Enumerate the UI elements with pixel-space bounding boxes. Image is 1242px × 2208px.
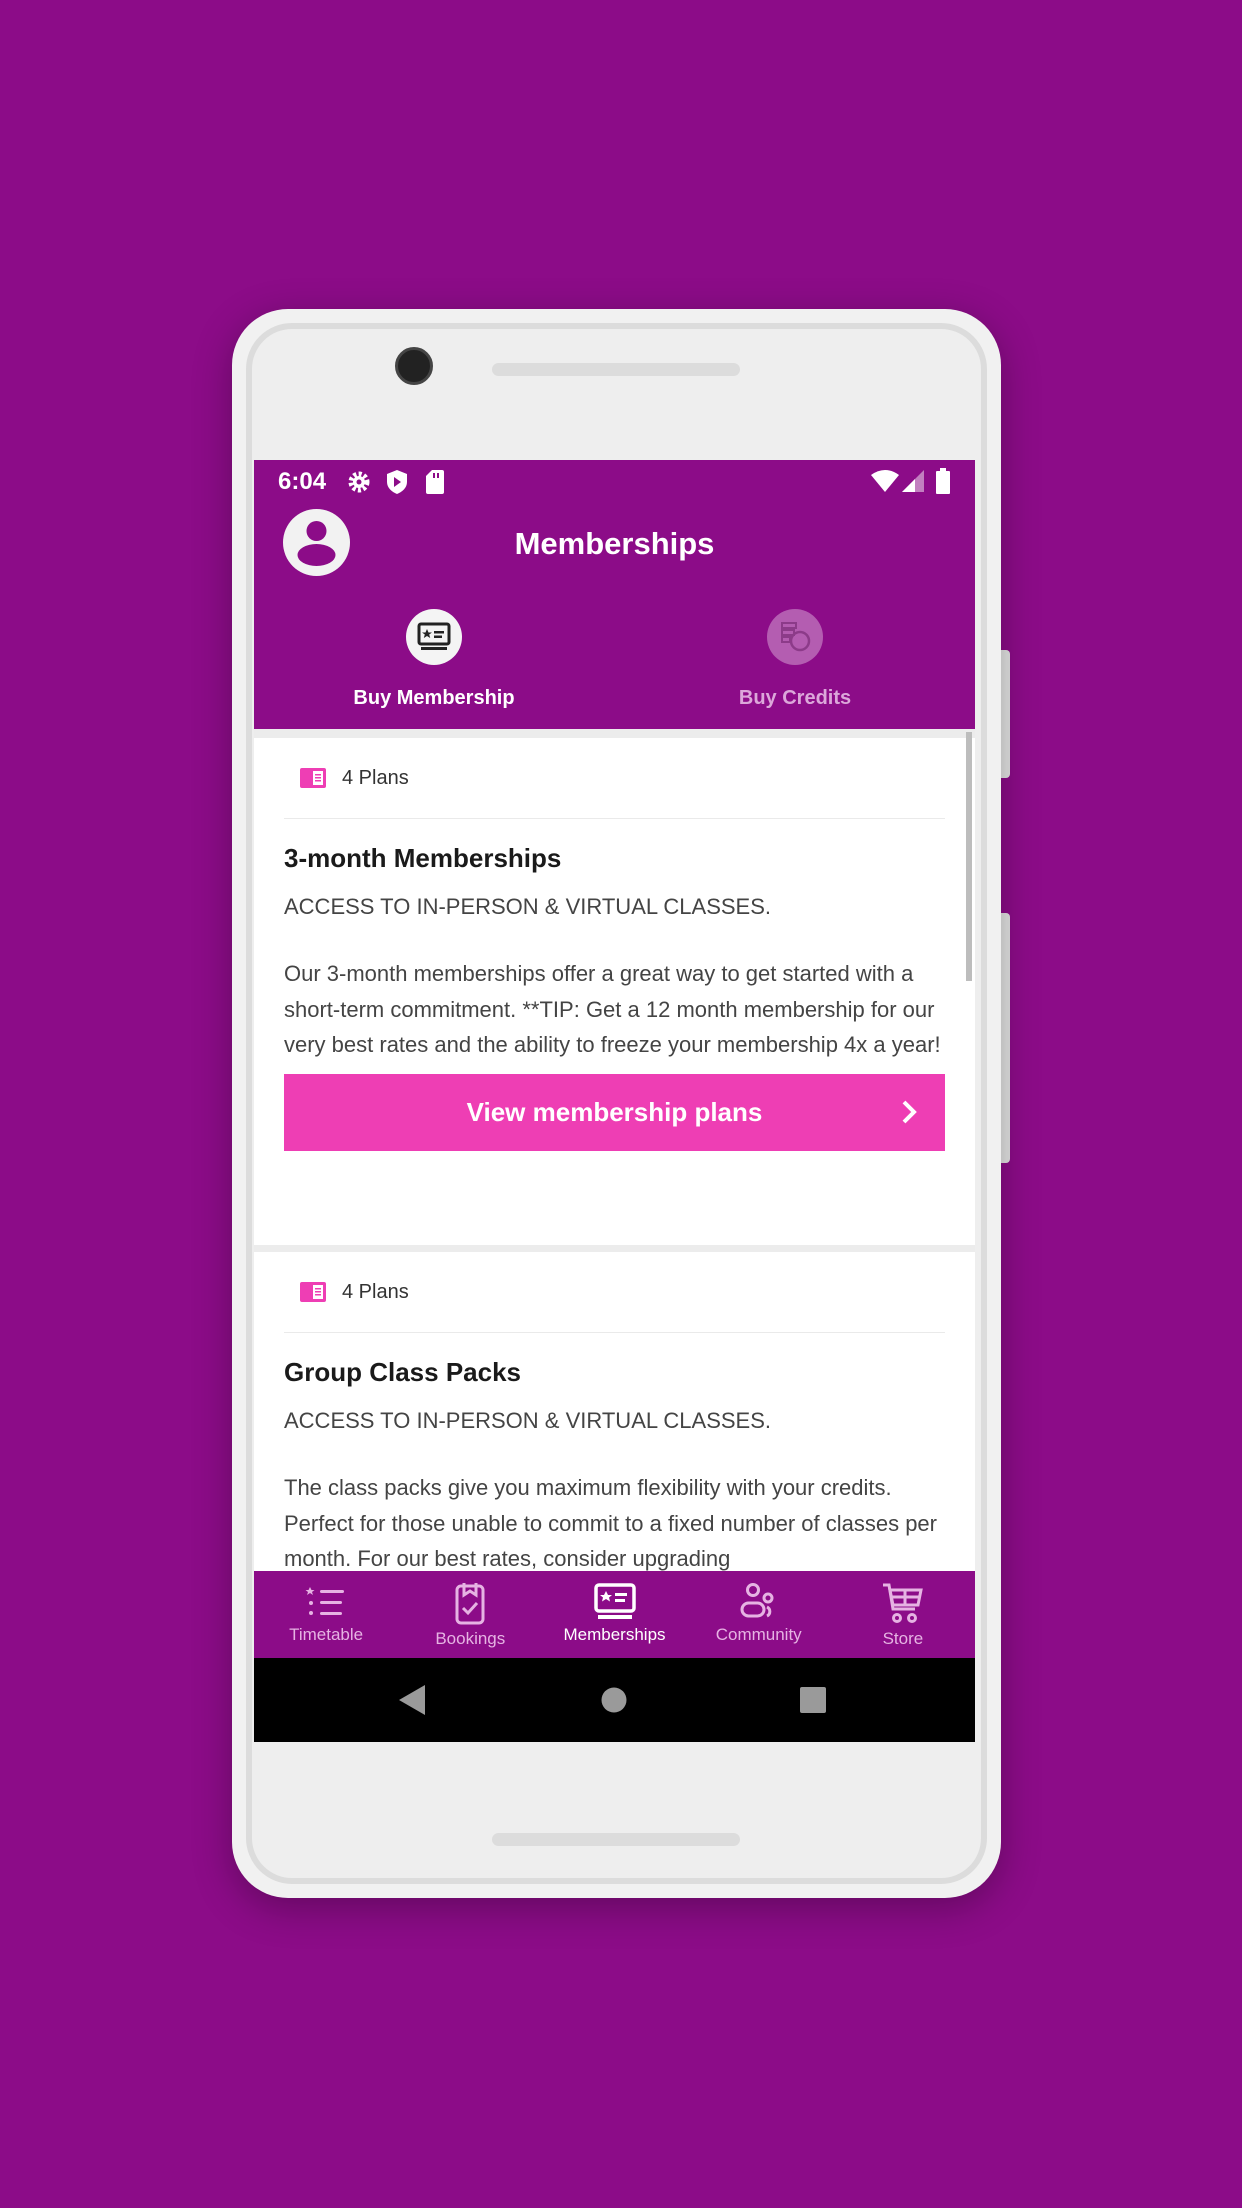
- status-bar: 6:04: [254, 460, 975, 504]
- nav-label: Timetable: [289, 1625, 364, 1644]
- tab-buy-membership[interactable]: Buy Membership: [284, 609, 584, 710]
- clipboard-check-icon: [455, 1583, 485, 1625]
- nav-label: Bookings: [435, 1629, 506, 1648]
- plans-count: 4 Plans: [284, 1252, 945, 1333]
- system-nav-bar: [254, 1658, 975, 1742]
- chevron-right-icon: [902, 1100, 917, 1123]
- card-title: 3-month Memberships: [284, 843, 562, 873]
- scrollbar[interactable]: [966, 732, 972, 981]
- membership-card: 4 Plans 3-month Memberships ACCESS TO IN…: [254, 738, 975, 1245]
- gear-icon: [348, 471, 370, 493]
- signal-icon: [902, 470, 924, 492]
- volume-button: [1001, 913, 1010, 1163]
- card-access: ACCESS TO IN-PERSON & VIRTUAL CLASSES.: [284, 894, 771, 919]
- credits-coins-icon: [781, 622, 811, 652]
- bottom-speaker: [492, 1833, 740, 1846]
- membership-card-icon: [593, 1583, 636, 1619]
- power-button: [1001, 650, 1010, 778]
- app-header: Memberships Buy Membership Buy Credits: [254, 504, 975, 729]
- tab-label: Buy Membership: [353, 687, 515, 709]
- card-title: Group Class Packs: [284, 1357, 521, 1387]
- nav-memberships[interactable]: Memberships: [542, 1571, 686, 1658]
- membership-card: 4 Plans Group Class Packs ACCESS TO IN-P…: [254, 1252, 975, 1571]
- nav-timetable[interactable]: Timetable: [254, 1571, 398, 1658]
- screen: 6:04 Memberships Buy Membership Buy Cred…: [254, 460, 975, 1742]
- sd-card-icon: [426, 470, 444, 494]
- page-title: Memberships: [514, 526, 715, 561]
- nav-label: Memberships: [563, 1625, 666, 1644]
- card-description: The class packs give you maximum flexibi…: [284, 1475, 937, 1571]
- nav-store[interactable]: Store: [831, 1571, 975, 1658]
- tab-label: Buy Credits: [738, 687, 852, 709]
- plans-label: 4 Plans: [342, 1280, 409, 1303]
- camera: [395, 347, 433, 385]
- top-speaker: [492, 363, 740, 376]
- people-icon: [740, 1583, 774, 1618]
- nav-community[interactable]: Community: [687, 1571, 831, 1658]
- back-icon[interactable]: [399, 1685, 427, 1715]
- nav-bookings[interactable]: Bookings: [398, 1571, 542, 1658]
- button-label: View membership plans: [466, 1096, 763, 1127]
- shield-play-icon: [387, 470, 407, 494]
- status-time: 6:04: [278, 468, 327, 495]
- recents-icon[interactable]: [800, 1687, 826, 1713]
- membership-card-icon: [417, 622, 451, 650]
- card-access: ACCESS TO IN-PERSON & VIRTUAL CLASSES.: [284, 1408, 771, 1433]
- nav-label: Community: [715, 1625, 802, 1644]
- wifi-icon: [871, 470, 899, 492]
- card-description: Our 3-month memberships offer a great wa…: [284, 961, 941, 1057]
- plans-icon: [300, 1282, 326, 1302]
- home-icon[interactable]: [601, 1687, 627, 1713]
- list-icon: [305, 1587, 345, 1615]
- nav-label: Store: [882, 1629, 924, 1648]
- plans-icon: [300, 768, 326, 788]
- plans-count: 4 Plans: [284, 738, 945, 819]
- memberships-list[interactable]: 4 Plans 3-month Memberships ACCESS TO IN…: [254, 729, 975, 1571]
- view-membership-plans-button[interactable]: View membership plans: [284, 1073, 945, 1151]
- plans-label: 4 Plans: [342, 766, 409, 789]
- battery-icon: [936, 468, 950, 494]
- tab-buy-credits[interactable]: Buy Credits: [645, 609, 945, 710]
- bottom-nav: Timetable Bookings Memberships Community…: [254, 1571, 975, 1658]
- cart-icon: [882, 1583, 923, 1623]
